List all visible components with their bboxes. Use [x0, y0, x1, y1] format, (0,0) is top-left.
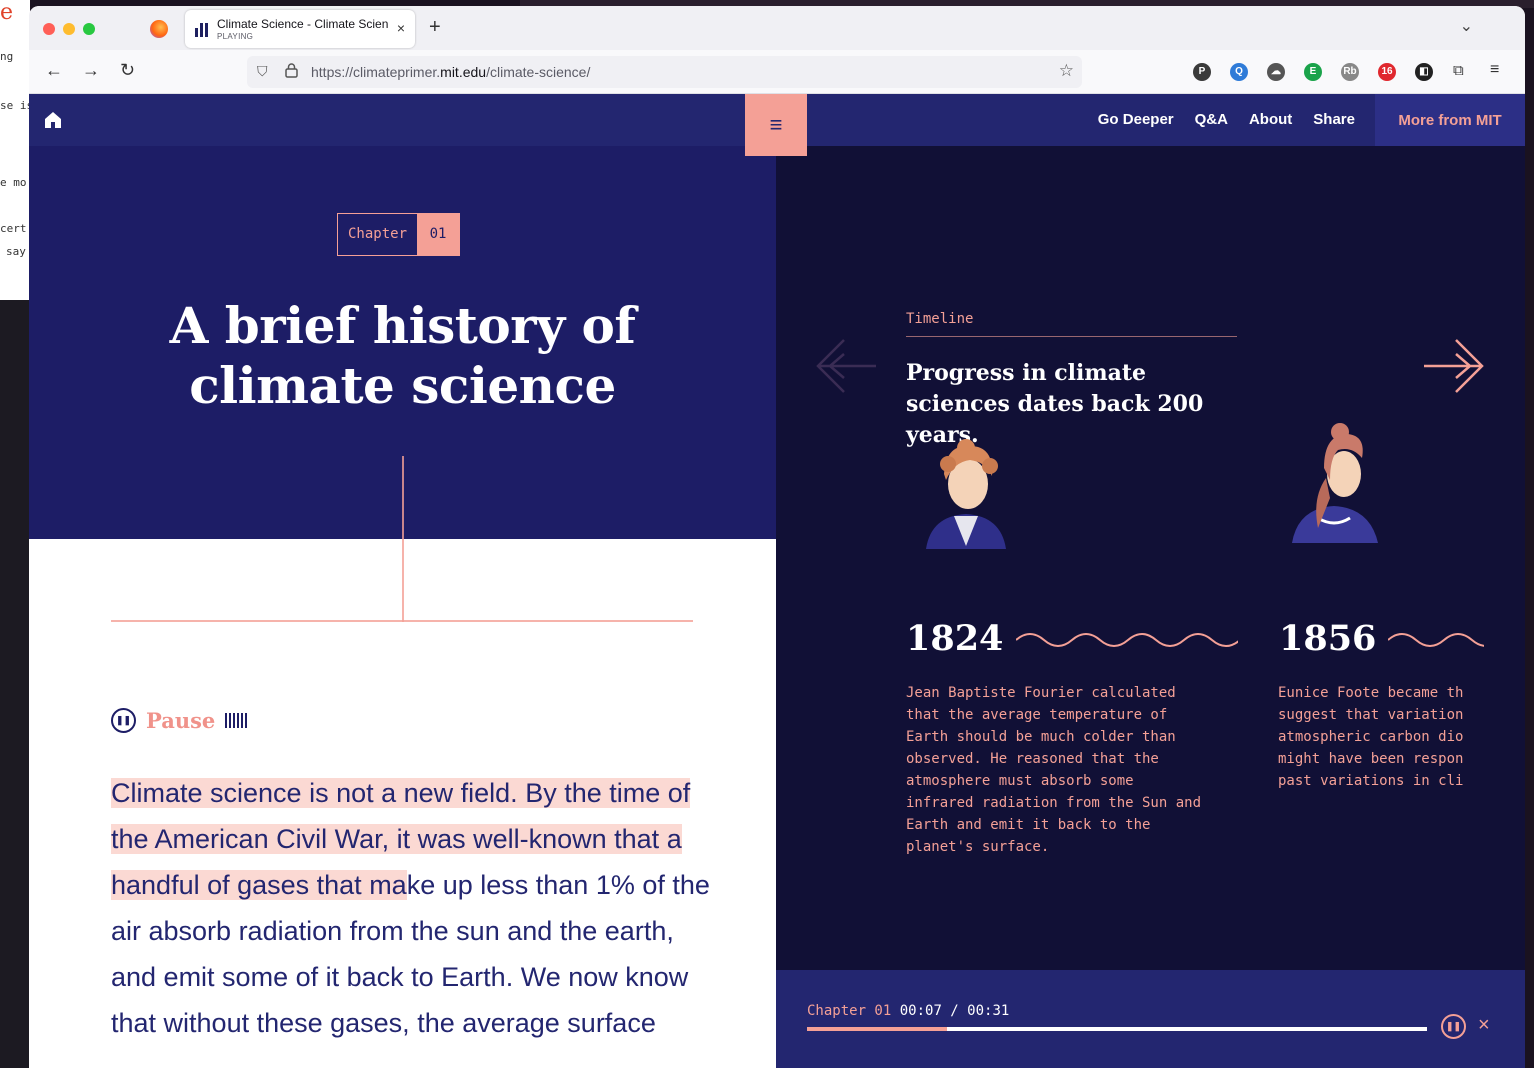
tab-playing-indicator: PLAYING: [217, 32, 254, 41]
wave-divider-icon: [1016, 633, 1238, 647]
article-paragraph: Climate science is not a new field. By t…: [111, 770, 711, 1046]
navigation-toolbar: ← → ↻ ⛉ https://climateprimer.mit.edu/cl…: [29, 50, 1525, 94]
timeline-year: 1856: [1279, 618, 1377, 659]
site-nav-links: Go Deeper Q&A About Share: [1098, 111, 1355, 128]
browser-window: Climate Science - Climate Scien PLAYING …: [29, 6, 1525, 1068]
reload-icon[interactable]: ↻: [120, 60, 135, 81]
lock-icon[interactable]: [285, 63, 298, 81]
article-column: Chapter 01 A brief history of climate sci…: [29, 146, 776, 1068]
mit-favicon-icon: [195, 21, 211, 37]
pause-label[interactable]: Pause: [146, 708, 215, 733]
chapter-number: 01: [417, 214, 460, 255]
bookmark-star-icon[interactable]: ☆: [1059, 61, 1074, 81]
progress-fill: [807, 1027, 948, 1031]
next-arrow-icon[interactable]: [1420, 336, 1486, 401]
player-time: 00:07 / 00:31: [899, 1003, 1010, 1019]
tab-close-icon[interactable]: ×: [397, 20, 405, 36]
background-text: ng: [0, 50, 14, 63]
wave-divider-icon: [1388, 633, 1484, 647]
audio-waveform-icon: [225, 713, 248, 729]
timeline-description: Jean Baptiste Fourier calculated that th…: [906, 685, 1202, 855]
background-text: e mo: [0, 176, 27, 189]
audio-pause-control[interactable]: ❚❚ Pause: [111, 708, 248, 733]
tab-title: Climate Science - Climate Scien: [217, 17, 389, 31]
minimize-window-button[interactable]: [63, 23, 75, 35]
timeline-panel: Timeline Progress in climate sciences da…: [776, 146, 1525, 1068]
background-text: say: [6, 245, 26, 258]
url-text: https://climateprimer.mit.edu/climate-sc…: [311, 64, 591, 80]
q-extension-icon[interactable]: Q: [1230, 63, 1248, 81]
tab-bar: Climate Science - Climate Scien PLAYING …: [29, 6, 1525, 50]
extensions-puzzle-icon[interactable]: ⧉: [1453, 62, 1464, 79]
background-text: e: [0, 0, 14, 25]
player-status: Chapter 01 00:07 / 00:31: [807, 1003, 1009, 1019]
player-chapter: Chapter 01: [807, 1003, 892, 1019]
new-tab-button[interactable]: +: [429, 16, 441, 39]
back-arrow-icon[interactable]: ←: [45, 60, 63, 81]
web-page: Go Deeper Q&A About Share More from MIT …: [29, 94, 1525, 1068]
previous-arrow-icon[interactable]: [814, 336, 880, 401]
home-icon[interactable]: [43, 110, 63, 130]
desktop-background: [0, 300, 30, 1068]
forward-arrow-icon[interactable]: →: [82, 60, 100, 81]
rb-extension-icon[interactable]: Rb: [1341, 63, 1359, 81]
background-window-fragment: e ng se is e mo cert say: [0, 0, 33, 300]
p-extension-icon[interactable]: P: [1193, 63, 1211, 81]
firefox-view-icon[interactable]: [150, 20, 168, 38]
timeline-label: Timeline: [906, 311, 974, 327]
cloud-extension-icon[interactable]: ☁: [1267, 63, 1285, 81]
nav-link-go-deeper[interactable]: Go Deeper: [1098, 111, 1174, 128]
dark-extension-icon[interactable]: ◧: [1415, 63, 1433, 81]
tracking-protection-shield-icon[interactable]: ⛉: [257, 63, 268, 80]
close-window-button[interactable]: [43, 23, 55, 35]
more-from-mit-link[interactable]: More from MIT: [1375, 94, 1525, 146]
zoom-window-button[interactable]: [83, 23, 95, 35]
address-bar[interactable]: ⛉ https://climateprimer.mit.edu/climate-…: [247, 56, 1082, 88]
timeline-year: 1824: [906, 618, 1004, 659]
browser-tab[interactable]: Climate Science - Climate Scien PLAYING …: [185, 10, 415, 48]
foote-portrait: [1278, 418, 1398, 543]
audio-player-bar: Chapter 01 00:07 / 00:31 ❚❚ ×: [776, 970, 1525, 1068]
e-extension-icon[interactable]: E: [1304, 63, 1322, 81]
app-menu-icon[interactable]: ≡: [1490, 61, 1499, 79]
chapter-label: Chapter: [348, 226, 408, 242]
fourier-portrait: [906, 424, 1026, 549]
nav-link-share[interactable]: Share: [1313, 111, 1355, 128]
abp-extension-icon[interactable]: 16: [1378, 63, 1396, 81]
progress-track[interactable]: [807, 1027, 1427, 1031]
chapter-badge: Chapter 01: [337, 213, 461, 256]
player-pause-icon[interactable]: ❚❚: [1441, 1014, 1466, 1039]
menu-hamburger-icon[interactable]: ≡: [745, 94, 807, 156]
pause-icon[interactable]: ❚❚: [111, 708, 136, 733]
page-title: A brief history of climate science: [169, 296, 636, 415]
timeline-description: Eunice Foote became th suggest that vari…: [1278, 685, 1464, 789]
player-close-icon[interactable]: ×: [1478, 1014, 1490, 1037]
timeline-divider: [906, 336, 1237, 337]
nav-link-about[interactable]: About: [1249, 111, 1292, 128]
background-text: cert: [0, 222, 27, 235]
decorative-horizontal-line: [111, 620, 693, 622]
decorative-vertical-line: [402, 456, 404, 622]
list-tabs-chevron-icon[interactable]: ⌄: [1460, 16, 1473, 36]
nav-link-qa[interactable]: Q&A: [1195, 111, 1228, 128]
